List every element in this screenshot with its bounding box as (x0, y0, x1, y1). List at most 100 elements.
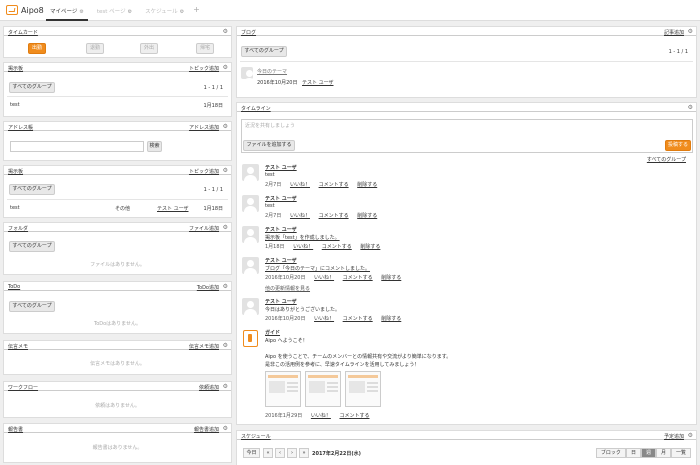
avatar[interactable] (242, 164, 259, 181)
avatar[interactable] (242, 195, 259, 212)
panel-title[interactable]: ワークフロー (8, 384, 38, 391)
guide-image-thumbnail[interactable] (265, 371, 301, 407)
view-block-button[interactable]: ブロック (595, 448, 626, 458)
address-search-input[interactable] (10, 141, 144, 152)
tab-test-page[interactable]: test ページ ⚙ (93, 0, 136, 21)
tab-schedule[interactable]: スケジュール ⚙ (141, 0, 188, 21)
group-select-button[interactable]: すべてのグループ (9, 241, 55, 252)
next-week-button[interactable]: » (299, 448, 309, 458)
panel-title[interactable]: タイムカード (8, 29, 38, 36)
add-address-link[interactable]: アドレス追加 (189, 124, 219, 131)
blog-entry-title[interactable]: 今日のテーマ (257, 68, 287, 75)
gear-icon[interactable]: ⚙ (688, 432, 693, 439)
return-button[interactable]: 帰宅 (196, 43, 214, 54)
clock-out-button[interactable]: 退勤 (86, 43, 104, 54)
like-link[interactable]: いいね！ (314, 275, 334, 281)
add-report-link[interactable]: 報告書追加 (194, 426, 219, 433)
post-button[interactable]: 投稿する (665, 140, 691, 151)
avatar[interactable] (242, 257, 259, 274)
attach-file-button[interactable]: ファイルを追加する (243, 140, 295, 151)
group-filter-link[interactable]: すべてのグループ (647, 156, 686, 163)
group-select-button[interactable]: すべてのグループ (241, 46, 287, 57)
add-tab-button[interactable]: + (193, 0, 200, 21)
delete-link[interactable]: 削除する (357, 182, 377, 188)
next-day-button[interactable]: › (287, 448, 297, 458)
panel-title[interactable]: ブログ (241, 29, 256, 36)
gear-icon[interactable]: ⚙ (223, 28, 228, 35)
search-button[interactable]: 検索 (147, 141, 162, 152)
gear-icon[interactable]: ⚙ (223, 383, 228, 390)
avatar[interactable] (242, 298, 259, 315)
app-logo[interactable]: Aipo8 (6, 5, 44, 15)
guide-image-thumbnail[interactable] (305, 371, 341, 407)
post-body[interactable]: ブログ「今日のテーマ」にコメントしました。 (265, 265, 370, 272)
add-schedule-link[interactable]: 予定追加 (664, 433, 684, 440)
gear-icon[interactable]: ⚙ (128, 9, 132, 15)
gear-icon[interactable]: ⚙ (223, 64, 228, 71)
gear-icon[interactable]: ⚙ (223, 425, 228, 432)
gear-icon[interactable]: ⚙ (223, 224, 228, 231)
gear-icon[interactable]: ⚙ (223, 342, 228, 349)
like-link[interactable]: いいね！ (314, 316, 334, 322)
clock-in-button[interactable]: 出勤 (28, 43, 46, 54)
comment-link[interactable]: コメントする (343, 316, 373, 322)
view-day-button[interactable]: 日 (625, 448, 641, 458)
add-topic-link[interactable]: トピック追加 (189, 168, 219, 175)
add-memo-link[interactable]: 伝言メモ追加 (189, 343, 219, 350)
delete-link[interactable]: 削除する (360, 244, 380, 250)
like-link[interactable]: いいね！ (290, 182, 310, 188)
topic-title[interactable]: test (10, 205, 20, 211)
user-name[interactable]: テスト ユーザ (265, 257, 297, 264)
user-name[interactable]: テスト ユーザ (265, 195, 297, 202)
gear-icon[interactable]: ⚙ (223, 283, 228, 290)
gear-icon[interactable]: ⚙ (688, 104, 693, 111)
prev-week-button[interactable]: « (263, 448, 273, 458)
panel-title[interactable]: アドレス帳 (8, 124, 33, 131)
avatar[interactable] (242, 226, 259, 243)
today-button[interactable]: 今日 (243, 448, 260, 458)
prev-day-button[interactable]: ‹ (275, 448, 285, 458)
comment-link[interactable]: コメントする (343, 275, 373, 281)
comment-link[interactable]: コメントする (322, 244, 352, 250)
like-link[interactable]: いいね！ (311, 413, 331, 419)
topic-user[interactable]: テスト ユーザ (157, 205, 189, 212)
panel-title[interactable]: フォルダ (8, 225, 28, 232)
like-link[interactable]: いいね！ (293, 244, 313, 250)
user-name[interactable]: テスト ユーザ (265, 226, 297, 233)
gear-icon[interactable]: ⚙ (688, 28, 693, 35)
add-file-link[interactable]: ファイル追加 (189, 225, 219, 232)
view-week-button[interactable]: 週 (640, 448, 656, 458)
gear-icon[interactable]: ⚙ (180, 9, 184, 15)
add-topic-link[interactable]: トピック追加 (189, 65, 219, 72)
group-select-button[interactable]: すべてのグループ (9, 82, 55, 93)
topic-title[interactable]: test (10, 102, 20, 108)
panel-title[interactable]: 掲示板 (8, 65, 23, 72)
timeline-post-input[interactable]: 近況を共有しましょう (241, 119, 693, 153)
panel-title[interactable]: 伝言メモ (8, 343, 28, 350)
user-name[interactable]: テスト ユーザ (265, 298, 297, 305)
post-body[interactable]: 掲示板「test」を作成しました。 (265, 234, 340, 241)
user-name[interactable]: ガイド (265, 329, 280, 336)
go-out-button[interactable]: 外出 (140, 43, 158, 54)
panel-title[interactable]: ToDo (8, 284, 20, 290)
panel-title[interactable]: 掲示板 (8, 168, 23, 175)
panel-title[interactable]: 報告書 (8, 426, 23, 433)
gear-icon[interactable]: ⚙ (79, 9, 83, 15)
add-request-link[interactable]: 依頼追加 (199, 384, 219, 391)
like-link[interactable]: いいね！ (290, 213, 310, 219)
tab-mypage[interactable]: マイページ ⚙ (46, 0, 88, 21)
gear-icon[interactable]: ⚙ (223, 167, 228, 174)
gear-icon[interactable]: ⚙ (223, 123, 228, 130)
add-article-link[interactable]: 記事追加 (664, 29, 684, 36)
panel-title[interactable]: タイムライン (241, 105, 271, 112)
delete-link[interactable]: 削除する (381, 275, 401, 281)
blog-entry-user[interactable]: テスト ユーザ (302, 79, 334, 86)
guide-avatar-icon[interactable] (243, 330, 258, 347)
view-month-button[interactable]: 月 (655, 448, 671, 458)
group-select-button[interactable]: すべてのグループ (9, 184, 55, 195)
panel-title[interactable]: スケジュール (241, 433, 271, 440)
delete-link[interactable]: 削除する (357, 213, 377, 219)
group-select-button[interactable]: すべてのグループ (9, 301, 55, 312)
view-list-button[interactable]: 一覧 (670, 448, 691, 458)
user-name[interactable]: テスト ユーザ (265, 164, 297, 171)
